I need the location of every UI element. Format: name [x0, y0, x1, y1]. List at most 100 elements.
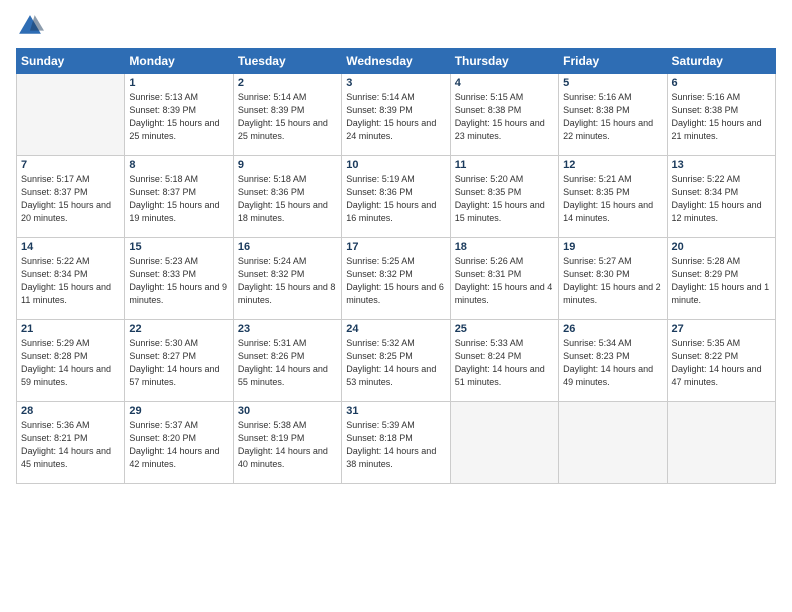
day-number: 14 [21, 241, 120, 253]
cell-details: Sunrise: 5:21 AMSunset: 8:35 PMDaylight:… [563, 173, 662, 225]
day-number: 11 [455, 159, 554, 171]
cell-details: Sunrise: 5:36 AMSunset: 8:21 PMDaylight:… [21, 419, 120, 471]
cell-details: Sunrise: 5:39 AMSunset: 8:18 PMDaylight:… [346, 419, 445, 471]
logo-icon [16, 12, 44, 40]
calendar-cell: 6 Sunrise: 5:16 AMSunset: 8:38 PMDaylight… [667, 74, 775, 156]
cell-details: Sunrise: 5:23 AMSunset: 8:33 PMDaylight:… [129, 255, 228, 307]
calendar-cell [450, 402, 558, 484]
calendar-cell: 24 Sunrise: 5:32 AMSunset: 8:25 PMDayligh… [342, 320, 450, 402]
calendar-cell: 2 Sunrise: 5:14 AMSunset: 8:39 PMDaylight… [233, 74, 341, 156]
calendar-cell: 16Sunrise: 5:24 AMSunset: 8:32 PMDayligh… [233, 238, 341, 320]
calendar-cell: 3 Sunrise: 5:14 AMSunset: 8:39 PMDaylight… [342, 74, 450, 156]
day-number: 3 [346, 77, 445, 89]
day-number: 15 [129, 241, 228, 253]
cell-details: Sunrise: 5:19 AMSunset: 8:36 PMDaylight:… [346, 173, 445, 225]
week-row-5: 28 Sunrise: 5:36 AMSunset: 8:21 PMDayligh… [17, 402, 776, 484]
day-number: 17 [346, 241, 445, 253]
week-row-1: 1Sunrise: 5:13 AMSunset: 8:39 PMDaylight… [17, 74, 776, 156]
calendar-cell: 9 Sunrise: 5:18 AMSunset: 8:36 PMDaylight… [233, 156, 341, 238]
day-number: 9 [238, 159, 337, 171]
day-number: 10 [346, 159, 445, 171]
day-number: 5 [563, 77, 662, 89]
week-row-3: 14Sunrise: 5:22 AMSunset: 8:34 PMDayligh… [17, 238, 776, 320]
day-number: 31 [346, 405, 445, 417]
day-header-friday: Friday [559, 49, 667, 74]
calendar-cell: 22Sunrise: 5:30 AMSunset: 8:27 PMDayligh… [125, 320, 233, 402]
day-number: 8 [129, 159, 228, 171]
day-number: 2 [238, 77, 337, 89]
calendar-cell: 20Sunrise: 5:28 AMSunset: 8:29 PMDayligh… [667, 238, 775, 320]
day-number: 1 [129, 77, 228, 89]
cell-details: Sunrise: 5:29 AMSunset: 8:28 PMDaylight:… [21, 337, 120, 389]
calendar-page: SundayMondayTuesdayWednesdayThursdayFrid… [0, 0, 792, 612]
cell-details: Sunrise: 5:35 AMSunset: 8:22 PMDaylight:… [672, 337, 771, 389]
calendar-cell: 15 Sunrise: 5:23 AMSunset: 8:33 PMDayligh… [125, 238, 233, 320]
calendar-cell: 19 Sunrise: 5:27 AMSunset: 8:30 PMDayligh… [559, 238, 667, 320]
day-number: 4 [455, 77, 554, 89]
day-number: 25 [455, 323, 554, 335]
day-number: 13 [672, 159, 771, 171]
day-number: 7 [21, 159, 120, 171]
calendar-cell: 5 Sunrise: 5:16 AMSunset: 8:38 PMDaylight… [559, 74, 667, 156]
calendar-cell [17, 74, 125, 156]
cell-details: Sunrise: 5:16 AMSunset: 8:38 PMDaylight:… [672, 91, 771, 143]
cell-details: Sunrise: 5:22 AMSunset: 8:34 PMDaylight:… [672, 173, 771, 225]
cell-details: Sunrise: 5:17 AMSunset: 8:37 PMDaylight:… [21, 173, 120, 225]
cell-details: Sunrise: 5:16 AMSunset: 8:38 PMDaylight:… [563, 91, 662, 143]
cell-details: Sunrise: 5:27 AMSunset: 8:30 PMDaylight:… [563, 255, 662, 307]
cell-details: Sunrise: 5:14 AMSunset: 8:39 PMDaylight:… [346, 91, 445, 143]
calendar-cell: 14Sunrise: 5:22 AMSunset: 8:34 PMDayligh… [17, 238, 125, 320]
calendar-cell: 30Sunrise: 5:38 AMSunset: 8:19 PMDayligh… [233, 402, 341, 484]
day-number: 6 [672, 77, 771, 89]
day-number: 18 [455, 241, 554, 253]
cell-details: Sunrise: 5:18 AMSunset: 8:37 PMDaylight:… [129, 173, 228, 225]
cell-details: Sunrise: 5:26 AMSunset: 8:31 PMDaylight:… [455, 255, 554, 307]
calendar-cell: 28 Sunrise: 5:36 AMSunset: 8:21 PMDayligh… [17, 402, 125, 484]
cell-details: Sunrise: 5:32 AMSunset: 8:25 PMDaylight:… [346, 337, 445, 389]
week-row-2: 7 Sunrise: 5:17 AMSunset: 8:37 PMDaylight… [17, 156, 776, 238]
cell-details: Sunrise: 5:33 AMSunset: 8:24 PMDaylight:… [455, 337, 554, 389]
day-number: 24 [346, 323, 445, 335]
calendar-cell: 21 Sunrise: 5:29 AMSunset: 8:28 PMDayligh… [17, 320, 125, 402]
day-header-monday: Monday [125, 49, 233, 74]
cell-details: Sunrise: 5:24 AMSunset: 8:32 PMDaylight:… [238, 255, 337, 307]
calendar-cell: 11 Sunrise: 5:20 AMSunset: 8:35 PMDayligh… [450, 156, 558, 238]
day-header-tuesday: Tuesday [233, 49, 341, 74]
cell-details: Sunrise: 5:37 AMSunset: 8:20 PMDaylight:… [129, 419, 228, 471]
cell-details: Sunrise: 5:15 AMSunset: 8:38 PMDaylight:… [455, 91, 554, 143]
calendar-cell: 27 Sunrise: 5:35 AMSunset: 8:22 PMDayligh… [667, 320, 775, 402]
day-number: 28 [21, 405, 120, 417]
day-number: 21 [21, 323, 120, 335]
calendar-table: SundayMondayTuesdayWednesdayThursdayFrid… [16, 48, 776, 484]
calendar-cell: 17 Sunrise: 5:25 AMSunset: 8:32 PMDayligh… [342, 238, 450, 320]
day-number: 20 [672, 241, 771, 253]
week-row-4: 21 Sunrise: 5:29 AMSunset: 8:28 PMDayligh… [17, 320, 776, 402]
cell-details: Sunrise: 5:31 AMSunset: 8:26 PMDaylight:… [238, 337, 337, 389]
calendar-cell [559, 402, 667, 484]
cell-details: Sunrise: 5:25 AMSunset: 8:32 PMDaylight:… [346, 255, 445, 307]
calendar-cell: 10 Sunrise: 5:19 AMSunset: 8:36 PMDayligh… [342, 156, 450, 238]
calendar-cell: 29 Sunrise: 5:37 AMSunset: 8:20 PMDayligh… [125, 402, 233, 484]
calendar-cell: 1Sunrise: 5:13 AMSunset: 8:39 PMDaylight… [125, 74, 233, 156]
calendar-cell: 31 Sunrise: 5:39 AMSunset: 8:18 PMDayligh… [342, 402, 450, 484]
day-header-wednesday: Wednesday [342, 49, 450, 74]
day-number: 23 [238, 323, 337, 335]
logo [16, 12, 48, 40]
day-header-saturday: Saturday [667, 49, 775, 74]
calendar-cell: 13 Sunrise: 5:22 AMSunset: 8:34 PMDayligh… [667, 156, 775, 238]
cell-details: Sunrise: 5:20 AMSunset: 8:35 PMDaylight:… [455, 173, 554, 225]
day-number: 29 [129, 405, 228, 417]
calendar-cell: 7 Sunrise: 5:17 AMSunset: 8:37 PMDaylight… [17, 156, 125, 238]
day-number: 26 [563, 323, 662, 335]
day-header-thursday: Thursday [450, 49, 558, 74]
cell-details: Sunrise: 5:14 AMSunset: 8:39 PMDaylight:… [238, 91, 337, 143]
calendar-cell: 26 Sunrise: 5:34 AMSunset: 8:23 PMDayligh… [559, 320, 667, 402]
day-number: 19 [563, 241, 662, 253]
cell-details: Sunrise: 5:34 AMSunset: 8:23 PMDaylight:… [563, 337, 662, 389]
header [16, 12, 776, 40]
calendar-cell: 25 Sunrise: 5:33 AMSunset: 8:24 PMDayligh… [450, 320, 558, 402]
day-number: 22 [129, 323, 228, 335]
cell-details: Sunrise: 5:18 AMSunset: 8:36 PMDaylight:… [238, 173, 337, 225]
day-number: 27 [672, 323, 771, 335]
cell-details: Sunrise: 5:38 AMSunset: 8:19 PMDaylight:… [238, 419, 337, 471]
